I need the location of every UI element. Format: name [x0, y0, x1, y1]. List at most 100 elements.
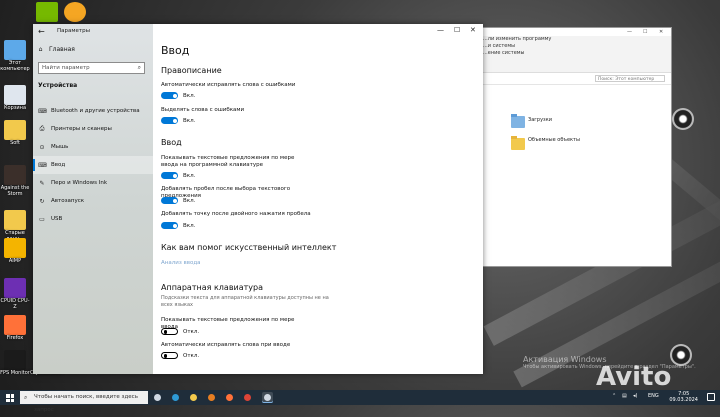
period-after-toggle-row[interactable]: Вкл. — [161, 222, 195, 229]
settings-taskbar-icon[interactable] — [262, 392, 273, 403]
winamp-icon[interactable] — [206, 392, 217, 403]
highlight-toggle-row[interactable]: Вкл. — [161, 117, 195, 124]
space-after-toggle[interactable] — [161, 197, 178, 204]
amp-icon[interactable]: AIMP — [0, 238, 30, 264]
edge-icon[interactable] — [170, 392, 181, 403]
section-hardware: Аппаратная клавиатура — [161, 283, 264, 292]
game-picture — [4, 165, 26, 185]
sidebar-item-bluetooth[interactable]: ⌨ Bluetooth и другие устройства — [33, 102, 153, 120]
sidebar-item-autoplay[interactable]: ↻ Автозапуск — [33, 192, 153, 210]
fps-monitor-picture — [4, 350, 26, 370]
amp-picture — [4, 238, 26, 258]
fps-monitor-icon[interactable]: FPS Monitor — [0, 350, 30, 376]
notification-icon[interactable] — [707, 393, 715, 401]
sidebar-item-label: Принтеры и сканеры — [51, 126, 112, 132]
autocorrect-toggle-row[interactable]: Вкл. — [161, 92, 195, 99]
sidebar-item-mouse[interactable]: ⊙ Мышь — [33, 138, 153, 156]
windows-start-icon[interactable] — [6, 394, 14, 402]
language-indicator[interactable]: ENG — [648, 393, 659, 399]
settings-search-input[interactable]: Найти параметр ⌕ — [38, 62, 145, 74]
folder-label[interactable]: Объемные объекты — [528, 137, 580, 143]
space-after-toggle-row[interactable]: Вкл. — [161, 197, 195, 204]
ribbon-item[interactable]: ...и системы — [483, 43, 671, 50]
toggle-state: Вкл. — [183, 92, 196, 99]
autocorrect-toggle[interactable] — [161, 92, 178, 99]
tray-chevron-icon[interactable]: ⌃ — [612, 393, 616, 399]
edge-glyph — [172, 394, 179, 401]
3d-objects-folder-icon[interactable] — [511, 136, 525, 150]
sidebar-item-typing[interactable]: ⌨ Ввод — [33, 156, 153, 174]
ribbon-item[interactable]: ...ли изменить программу — [483, 36, 671, 43]
toggle-state: Откл. — [183, 352, 200, 359]
minimize-button[interactable]: — — [627, 29, 632, 35]
downloads-folder-icon[interactable] — [511, 114, 525, 128]
volume-icon[interactable]: ◂) — [633, 393, 637, 399]
app-title: Параметры — [57, 28, 90, 34]
explorer-search-input[interactable]: Поиск: Этот компьютер — [595, 75, 665, 82]
nvidia-icon[interactable] — [32, 2, 62, 22]
typing-insights-link[interactable]: Анализ ввода — [161, 260, 201, 266]
soft-folder-picture — [4, 120, 26, 140]
toggle-state: Вкл. — [183, 222, 196, 229]
toggle-state: Откл. — [183, 328, 200, 335]
folder-label[interactable]: Загрузки — [528, 117, 552, 123]
explorer-window[interactable]: — ☐ ✕ ...ли изменить программу ...и сист… — [480, 27, 672, 267]
hw-autocorrect-toggle-row[interactable]: Откл. — [161, 352, 199, 359]
network-icon[interactable]: ▤ — [622, 393, 627, 399]
task-view-icon[interactable] — [152, 392, 163, 403]
desktop-icon-label: Firefox — [6, 335, 24, 341]
option-label: Автоматически исправлять слова при вводе — [161, 342, 291, 348]
wallpaper-bolt — [672, 108, 694, 130]
suggestions-toggle[interactable] — [161, 172, 178, 179]
cpuz-icon[interactable]: CPUID CPU-Z — [0, 278, 30, 310]
firefox-icon[interactable]: Firefox — [0, 315, 30, 341]
sidebar-item-label: Перо и Windows Ink — [51, 180, 108, 186]
explorer-glyph — [190, 394, 197, 401]
period-after-toggle[interactable] — [161, 222, 178, 229]
ribbon-item[interactable]: ...ение системы — [483, 50, 671, 57]
toggle-state: Вкл. — [183, 197, 196, 204]
close-button[interactable]: ✕ — [659, 29, 663, 35]
autoplay-icon: ↻ — [39, 197, 45, 205]
explorer-ribbon: ...ли изменить программу ...и системы ..… — [481, 36, 671, 73]
desktop-icon-label: FPS Monitor — [0, 370, 30, 376]
home-link[interactable]: ⌂ Главная — [37, 46, 75, 53]
hw-suggestions-toggle-row[interactable]: Откл. — [161, 328, 199, 335]
taskbar-search-placeholder: Чтобы начать поиск, введите здесь запрос — [34, 394, 138, 413]
option-label: Автоматически исправлять слова с ошибкам… — [161, 82, 296, 88]
option-label: Выделять слова с ошибками — [161, 107, 245, 113]
chrome-icon[interactable] — [242, 392, 253, 403]
section-spelling: Правописание — [161, 66, 222, 75]
recycle-bin-icon[interactable]: Корзина — [0, 85, 30, 111]
game-icon[interactable]: Against the Storm — [0, 165, 30, 197]
firefox-taskbar-glyph — [226, 394, 233, 401]
media-icon[interactable] — [60, 2, 90, 22]
recycle-bin-picture — [4, 85, 26, 105]
desktop-icon-label: AIMP — [8, 258, 22, 264]
sidebar-item-pen[interactable]: ✎ Перо и Windows Ink — [33, 174, 153, 192]
taskbar-search-input[interactable]: ⌕ Чтобы начать поиск, введите здесь запр… — [20, 391, 148, 413]
hw-autocorrect-toggle[interactable] — [161, 352, 178, 359]
this-pc-picture — [4, 40, 26, 60]
taskbar: ⌕ Чтобы начать поиск, введите здесь запр… — [0, 390, 720, 413]
sidebar-item-label: USB — [51, 216, 63, 222]
back-arrow-icon[interactable]: ← — [38, 27, 45, 36]
hw-suggestions-toggle[interactable] — [161, 328, 178, 335]
this-pc-icon[interactable]: Этот компьютер — [0, 40, 30, 72]
sidebar-item-usb[interactable]: ▭ USB — [33, 210, 153, 228]
desktop-icon-label: CPUID CPU-Z — [0, 298, 30, 310]
soft-folder-icon[interactable]: Soft — [0, 120, 30, 146]
suggestions-toggle-row[interactable]: Вкл. — [161, 172, 195, 179]
maximize-button[interactable]: ☐ — [643, 29, 647, 35]
clock[interactable]: 7:05 09.03.2024 — [669, 391, 698, 403]
highlight-toggle[interactable] — [161, 117, 178, 124]
firefox-taskbar-icon[interactable] — [224, 392, 235, 403]
explorer-icon[interactable] — [188, 392, 199, 403]
settings-content: Ввод Правописание Автоматически исправля… — [161, 24, 481, 374]
search-icon: ⌕ — [24, 394, 28, 401]
option-label: Показывать текстовые предложения по мере… — [161, 155, 295, 168]
clock-date: 09.03.2024 — [669, 397, 698, 403]
task-view-glyph — [154, 394, 161, 401]
section-ai: Как вам помог искусственный интеллект — [161, 243, 337, 252]
sidebar-item-printers[interactable]: ⎙ Принтеры и сканеры — [33, 120, 153, 138]
